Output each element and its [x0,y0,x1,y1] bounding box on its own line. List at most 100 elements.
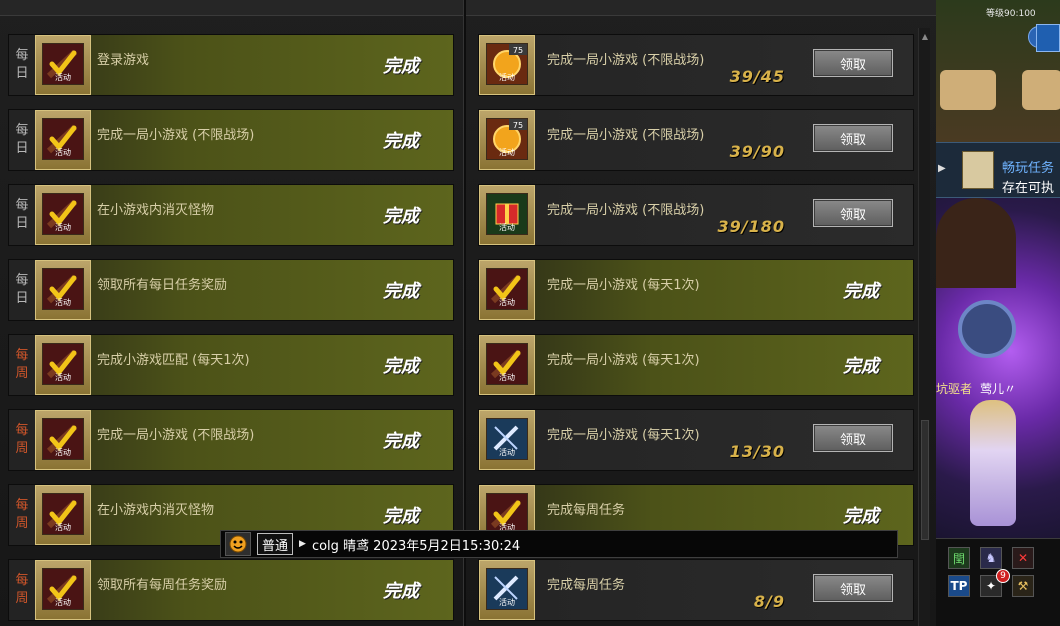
arched-door [936,198,1016,288]
svg-text:75: 75 [513,121,523,130]
chat-channel-label[interactable]: 普通 [257,533,294,555]
svg-text:活动: 活动 [499,297,515,307]
svg-text:活动: 活动 [499,147,515,157]
reward-task-row: 活动 完成一局小游戏 (每天1次) 完成 [478,334,914,396]
task-title: 领取所有每日任务奖励 [97,278,228,293]
task-progress-count: 39/180 [717,217,785,236]
scroll-thumb[interactable] [921,420,929,540]
task-frequency-label: 每日 [9,185,35,245]
task-progress-count: 8/9 [753,592,785,611]
card-icon[interactable] [1036,24,1060,52]
task-complete-label: 完成 [383,431,419,452]
check-event-icon: 活动 [42,268,84,310]
daily-weekly-task-row: 每周活动 完成小游戏匹配 (每天1次) 完成 [8,334,454,396]
claim-reward-button[interactable]: 领取 [813,49,893,77]
quest-tracker-subtitle: 存在可执 [1002,181,1055,196]
wizard-icon[interactable]: ♞ [980,547,1002,569]
task-title: 在小游戏内消灭怪物 [97,503,215,518]
task-frequency-label: 每周 [9,410,35,470]
coin-event-icon: 活动 75 [486,118,528,160]
task-icon-frame: 活动 75 [479,110,535,170]
panel-top-strip [0,0,936,16]
check-event-icon: 活动 [42,418,84,460]
check-event-icon: 活动 [486,343,528,385]
daily-weekly-task-row: 每日活动 在小游戏内消灭怪物 完成 [8,184,454,246]
svg-text:活动: 活动 [499,372,515,382]
hud-button-area: 閏 ♞ ✕ TP ✦ 9 ⚒ [936,538,1060,626]
reward-task-row: 活动 完成一局小游戏 (每天1次) 13/30 领取 [478,409,914,471]
task-title: 完成一局小游戏 (每天1次) [547,353,700,368]
svg-text:活动: 活动 [55,72,71,82]
claim-reward-button[interactable]: 领取 [813,199,893,227]
check-event-icon: 活动 [42,43,84,85]
task-title: 完成一局小游戏 (每天1次) [547,428,700,443]
task-title: 完成一局小游戏 (每天1次) [547,278,700,293]
task-frequency-label: 每日 [9,35,35,95]
task-title: 完成一局小游戏 (不限战场) [547,128,705,143]
task-progress-count: 13/30 [729,442,785,461]
sword-event-icon: 活动 [486,418,528,460]
play-arrow-icon: ▶ [299,539,306,549]
svg-text:活动: 活动 [499,597,515,607]
frequency-char: 日 [15,141,29,156]
frequency-char: 周 [15,441,29,456]
task-progress-count: 39/45 [729,67,785,86]
daily-weekly-task-row: 每周活动 领取所有每周任务奖励 完成 [8,559,454,621]
reward-task-row: 活动 75 完成一局小游戏 (不限战场) 39/45 领取 [478,34,914,96]
svg-text:活动: 活动 [499,72,515,82]
frequency-char: 每 [15,123,29,138]
task-icon-frame: 活动 [479,410,535,470]
player-name-left: 坑驱者 [936,382,973,396]
check-event-icon: 活动 [42,343,84,385]
task-icon-frame: 活动 [35,335,91,395]
scroll-quest-icon [962,151,994,189]
frequency-char: 每 [15,498,29,513]
daily-weekly-task-row: 每周活动 完成一局小游戏 (不限战场) 完成 [8,409,454,471]
reward-task-row: 活动 完成一局小游戏 (不限战场) 39/180 领取 [478,184,914,246]
frequency-char: 每 [15,273,29,288]
task-complete-label: 完成 [383,356,419,377]
task-title: 完成每周任务 [547,578,626,593]
crossed-swords-icon[interactable]: ✕ [1012,547,1034,569]
book-icon[interactable]: 閏 [948,547,970,569]
svg-text:活动: 活动 [499,447,515,457]
hammer-icon[interactable]: ⚒ [1012,575,1034,597]
task-complete-label: 完成 [383,506,419,527]
daily-weekly-task-row: 每日活动 领取所有每日任务奖励 完成 [8,259,454,321]
collapse-arrow-icon[interactable]: ▶ [938,163,946,174]
smiley-face-icon[interactable] [225,532,251,556]
task-complete-label: 完成 [843,281,879,302]
player-name-right: 莺儿〃 [980,382,1017,396]
quest-tracker[interactable]: ▶ 畅玩任务 存在可执 [936,142,1060,198]
task-frequency-label: 每日 [9,260,35,320]
frequency-char: 每 [15,423,29,438]
daily-weekly-task-row: 每日活动 登录游戏 完成 [8,34,454,96]
task-icon-frame: 活动 [35,110,91,170]
coin-event-icon: 活动 75 [486,43,528,85]
task-icon-frame: 活动 [35,560,91,620]
reward-task-row: 活动 完成一局小游戏 (每天1次) 完成 [478,259,914,321]
claim-reward-button[interactable]: 领取 [813,574,893,602]
svg-text:活动: 活动 [55,297,71,307]
task-complete-label: 完成 [383,206,419,227]
task-title: 完成一局小游戏 (不限战场) [547,203,705,218]
task-frequency-label: 每周 [9,485,35,545]
frequency-char: 日 [15,291,29,306]
frequency-char: 每 [15,48,29,63]
quest-tracker-title: 畅玩任务 [1002,161,1055,176]
task-icon-frame: 活动 [35,485,91,545]
check-event-icon: 活动 [486,493,528,535]
svg-text:活动: 活动 [55,597,71,607]
parchment-panel-left [940,70,996,110]
tp-icon[interactable]: TP [948,575,970,597]
claim-reward-button[interactable]: 领取 [813,424,893,452]
task-icon-frame: 活动 [479,260,535,320]
scroll-up-icon[interactable]: ▲ [919,28,931,46]
task-frequency-label: 每周 [9,335,35,395]
frequency-char: 周 [15,366,29,381]
check-event-icon: 活动 [42,118,84,160]
task-scrollbar[interactable]: ▲ [918,28,930,626]
task-progress-count: 39/90 [729,142,785,161]
character-sprite [970,400,1016,526]
claim-reward-button[interactable]: 领取 [813,124,893,152]
